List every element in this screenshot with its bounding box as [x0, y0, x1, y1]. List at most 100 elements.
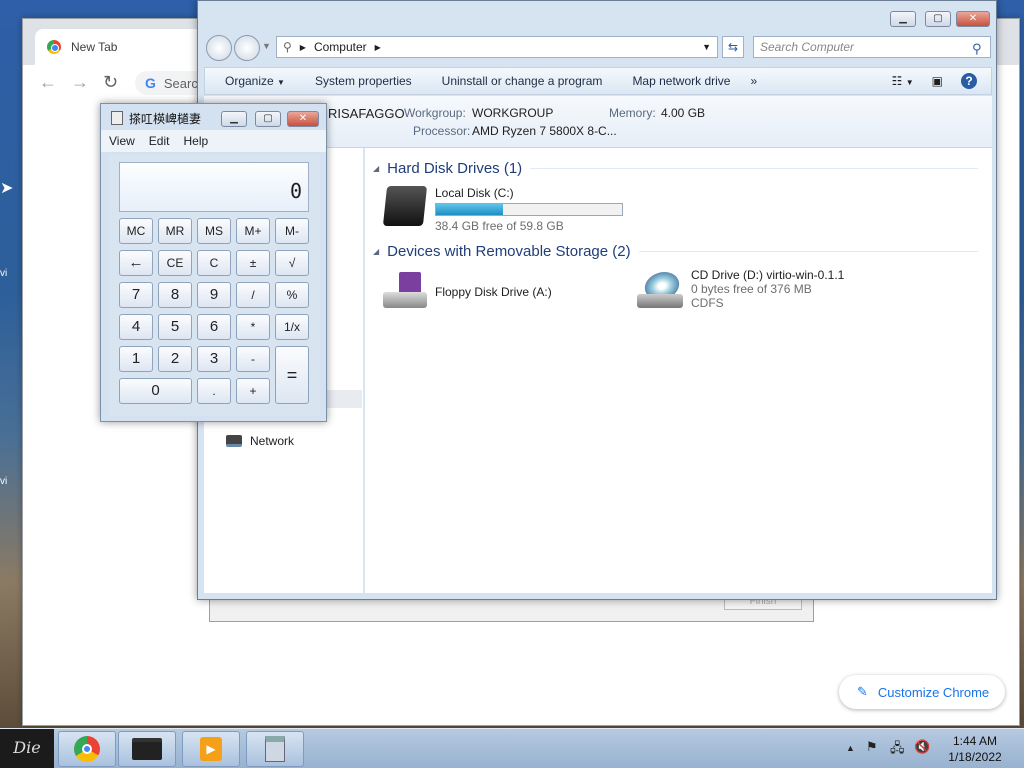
search-icon[interactable]: ⚲ — [972, 39, 982, 59]
plus-minus-button[interactable]: ± — [236, 250, 270, 276]
calculator-window: 搽叿楧崥檤妻 ▁ ▢ ✕ View Edit Help 0 MC MR MS M… — [100, 103, 327, 422]
maximize-button[interactable]: ▢ — [925, 11, 951, 27]
taskbar-calculator[interactable] — [246, 731, 304, 767]
m-minus-button[interactable]: M- — [275, 218, 309, 244]
m-plus-button[interactable]: M+ — [236, 218, 270, 244]
map-network-drive-button[interactable]: Map network drive — [617, 74, 745, 88]
recent-pages-icon[interactable]: ▼ — [262, 41, 271, 51]
digit-3-button[interactable]: 3 — [197, 346, 231, 372]
group-header-removable[interactable]: ◢ Devices with Removable Storage (2) — [373, 243, 978, 260]
drive-a-name: Floppy Disk Drive (A:) — [435, 285, 552, 299]
drive-c-usage-fill — [436, 204, 503, 215]
sqrt-button[interactable]: √ — [275, 250, 309, 276]
computer-icon: ⚲ — [283, 40, 292, 54]
digit-6-button[interactable]: 6 — [197, 314, 231, 340]
address-row: ▼ ⚲ ▶ Computer ▶ ▼ ⇆ Search Computer ⚲ — [204, 33, 992, 61]
ms-button[interactable]: MS — [197, 218, 231, 244]
digit-7-button[interactable]: 7 — [119, 282, 153, 308]
customize-label: Customize Chrome — [877, 684, 990, 700]
forward-arrow-icon[interactable]: → — [71, 72, 89, 93]
decimal-button[interactable]: . — [197, 378, 231, 404]
system-properties-button[interactable]: System properties — [300, 74, 427, 88]
show-hidden-icons[interactable]: ▲ — [846, 743, 855, 753]
start-button[interactable]: Die — [0, 729, 54, 768]
address-dropdown-icon[interactable]: ▼ — [702, 42, 711, 52]
computer-name: RISAFAGGO — [328, 106, 405, 121]
calculator-display: 0 — [119, 162, 309, 212]
breadcrumb-separator-icon[interactable]: ▶ — [300, 43, 306, 52]
close-button[interactable]: ✕ — [956, 11, 990, 27]
customize-chrome-button[interactable]: ✎ Customize Chrome — [839, 675, 1005, 709]
calculator-menu-bar: View Edit Help — [101, 130, 326, 152]
preview-pane-icon[interactable]: ▣ — [932, 74, 943, 88]
back-arrow-icon[interactable]: ← — [39, 72, 57, 93]
memory-label: Memory: — [609, 106, 656, 120]
taskbar-explorer[interactable] — [118, 731, 176, 767]
view-options-icon[interactable]: ☷ ▼ — [892, 74, 914, 88]
clock-time: 1:44 AM — [952, 734, 998, 748]
divide-button[interactable]: / — [236, 282, 270, 308]
action-center-flag-icon[interactable]: ⚑ — [866, 739, 878, 755]
backspace-button[interactable]: ← — [119, 250, 153, 276]
back-button[interactable] — [206, 35, 232, 61]
drive-d-name: CD Drive (D:) virtio-win-0.1.1 — [691, 268, 845, 282]
drive-item-c[interactable]: Local Disk (C:) 38.4 GB free of 59.8 GB — [382, 186, 623, 233]
ce-button[interactable]: CE — [158, 250, 192, 276]
uninstall-program-button[interactable]: Uninstall or change a program — [427, 74, 618, 88]
pencil-icon: ✎ — [857, 684, 868, 699]
digit-0-button[interactable]: 0 — [119, 378, 192, 404]
digit-1-button[interactable]: 1 — [119, 346, 153, 372]
reload-icon[interactable]: ↻ — [103, 72, 118, 93]
menu-view[interactable]: View — [109, 134, 135, 148]
drive-item-d[interactable]: CD Drive (D:) virtio-win-0.1.1 0 bytes f… — [637, 268, 844, 310]
group-header-hard-disks[interactable]: ◢ Hard Disk Drives (1) — [373, 160, 978, 177]
explorer-icon — [132, 738, 162, 760]
more-commands-button[interactable]: » — [745, 74, 772, 88]
maximize-button[interactable]: ▢ — [255, 111, 281, 127]
digit-5-button[interactable]: 5 — [158, 314, 192, 340]
google-logo-icon: G — [145, 75, 156, 91]
organize-menu[interactable]: Organize ▼ — [205, 74, 300, 88]
breadcrumb-separator-icon[interactable]: ▶ — [375, 43, 381, 52]
system-clock[interactable]: 1:44 AM 1/18/2022 — [940, 733, 1010, 765]
breadcrumb-computer[interactable]: Computer — [314, 40, 367, 54]
minimize-button[interactable]: ▁ — [221, 111, 247, 127]
forward-button[interactable] — [234, 35, 260, 61]
refresh-button[interactable]: ⇆ — [722, 36, 744, 58]
drive-c-name: Local Disk (C:) — [435, 186, 514, 200]
cd-drive-icon — [637, 268, 683, 310]
digit-9-button[interactable]: 9 — [197, 282, 231, 308]
digit-8-button[interactable]: 8 — [158, 282, 192, 308]
desktop-edge-text: vi — [0, 268, 8, 279]
minimize-button[interactable]: ▁ — [890, 11, 916, 27]
mr-button[interactable]: MR — [158, 218, 192, 244]
digit-4-button[interactable]: 4 — [119, 314, 153, 340]
menu-help[interactable]: Help — [183, 134, 208, 148]
equals-button[interactable]: = — [275, 346, 309, 404]
taskbar-media-player[interactable]: ▶ — [182, 731, 240, 767]
media-player-icon: ▶ — [200, 737, 222, 761]
volume-muted-icon[interactable]: 🔇 — [914, 739, 930, 755]
network-tray-icon[interactable]: 🖧 — [890, 739, 905, 761]
add-button[interactable]: + — [236, 378, 270, 404]
close-button[interactable]: ✕ — [287, 111, 319, 127]
reciprocal-button[interactable]: 1/x — [275, 314, 309, 340]
help-icon[interactable]: ? — [961, 73, 977, 89]
subtract-button[interactable]: - — [236, 346, 270, 372]
collapse-triangle-icon: ◢ — [373, 247, 380, 256]
clear-button[interactable]: C — [197, 250, 231, 276]
mc-button[interactable]: MC — [119, 218, 153, 244]
calculator-app-icon — [111, 111, 123, 125]
search-input[interactable]: Search Computer ⚲ — [753, 36, 991, 58]
digit-2-button[interactable]: 2 — [158, 346, 192, 372]
menu-edit[interactable]: Edit — [149, 134, 170, 148]
drive-item-a[interactable]: Floppy Disk Drive (A:) — [381, 272, 552, 312]
address-bar[interactable]: ⚲ ▶ Computer ▶ ▼ — [276, 36, 718, 58]
taskbar-chrome[interactable] — [58, 731, 116, 767]
nav-item-network[interactable]: Network — [226, 434, 294, 448]
group-divider — [638, 251, 978, 252]
organize-label: Organize — [225, 74, 274, 88]
percent-button[interactable]: % — [275, 282, 309, 308]
multiply-button[interactable]: * — [236, 314, 270, 340]
network-icon — [226, 435, 242, 447]
